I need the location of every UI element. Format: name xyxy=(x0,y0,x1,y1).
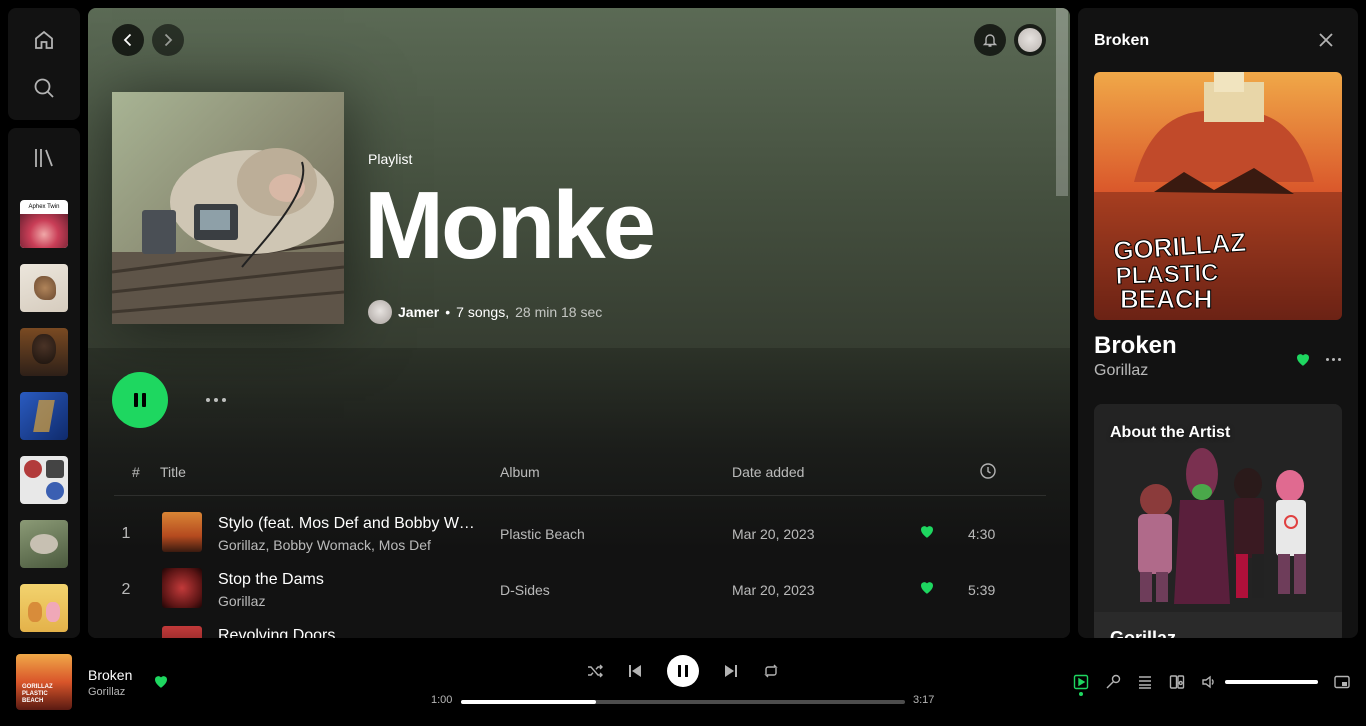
playlist-meta: Jamer • 7 songs, 28 min 18 sec xyxy=(368,300,602,324)
liked-heart-icon[interactable] xyxy=(1294,350,1312,373)
track-thumbnail xyxy=(162,512,202,552)
repeat-icon[interactable] xyxy=(759,659,783,683)
volume-fill xyxy=(1225,680,1318,684)
meta-separator: • xyxy=(445,304,451,320)
album-cover-7[interactable] xyxy=(20,584,68,632)
tracklist-header: # Title Album Date added xyxy=(114,460,1046,496)
volume-slider[interactable] xyxy=(1225,680,1318,684)
panel-header: Broken xyxy=(1094,32,1150,49)
pause-button[interactable] xyxy=(112,372,168,428)
track-thumbnail xyxy=(162,568,202,608)
now-playing-art[interactable]: GORILLAZ PLASTIC BEACH xyxy=(16,654,72,710)
more-options-icon[interactable] xyxy=(1324,354,1343,365)
song-count: 7 songs, xyxy=(456,304,510,320)
spotify-app: Aphex Twin Playlist Monke Jamer • 7 song… xyxy=(0,0,1366,726)
liked-heart-icon[interactable] xyxy=(918,578,936,599)
playlist-type-label: Playlist xyxy=(368,151,413,167)
playlist-title: Monke xyxy=(364,172,656,279)
player-bar: GORILLAZ PLASTIC BEACH Broken Gorillaz 1:0… xyxy=(0,646,1366,726)
about-the-artist-card[interactable]: About the Artist Gorillaz xyxy=(1094,404,1342,638)
aphex-twin-label: Aphex Twin xyxy=(28,204,60,210)
header-album[interactable]: Album xyxy=(500,464,540,480)
aphex-twin-cover[interactable]: Aphex Twin xyxy=(20,200,68,248)
close-icon[interactable] xyxy=(1316,30,1336,50)
track-artist[interactable]: Gorillaz xyxy=(218,593,265,609)
total-time: 3:17 xyxy=(913,694,935,706)
track-thumbnail xyxy=(162,626,202,638)
track-album[interactable]: Plastic Beach xyxy=(500,526,585,542)
track-title[interactable]: Stylo (feat. Mos Def and Bobby Womack) xyxy=(218,515,478,533)
svg-text:BEACH: BEACH xyxy=(1120,284,1212,314)
library-icon[interactable] xyxy=(30,144,58,172)
now-playing-title[interactable]: Broken xyxy=(88,667,132,683)
playlist-owner[interactable]: Jamer xyxy=(398,304,439,320)
elapsed-time: 1:00 xyxy=(431,694,453,706)
header-number: # xyxy=(132,464,140,480)
sidebar-nav xyxy=(8,8,80,120)
track-number: 2 xyxy=(121,581,131,598)
album-cover-4[interactable] xyxy=(20,392,68,440)
album-cover-3[interactable] xyxy=(20,328,68,376)
progress-fill xyxy=(461,700,597,704)
owner-avatar[interactable] xyxy=(368,300,392,324)
now-playing-song[interactable]: Broken xyxy=(1094,332,1177,360)
connect-device-icon[interactable] xyxy=(1165,670,1189,694)
track-number: 1 xyxy=(121,525,131,542)
shuffle-icon[interactable] xyxy=(583,659,607,683)
volume-icon[interactable] xyxy=(1197,670,1221,694)
monke-cover[interactable] xyxy=(20,520,68,568)
next-track-icon[interactable] xyxy=(719,659,743,683)
previous-track-icon[interactable] xyxy=(623,659,647,683)
clock-icon xyxy=(980,463,996,482)
album-cover-5[interactable] xyxy=(20,456,68,504)
now-playing-artist[interactable]: Gorillaz xyxy=(1094,362,1148,380)
table-row[interactable]: Revolving Doors xyxy=(114,618,1046,638)
track-date-added: Mar 20, 2023 xyxy=(732,582,815,598)
album-art: GORILLAZ PLASTIC BEACH xyxy=(1094,72,1342,320)
play-pause-button[interactable] xyxy=(667,655,699,687)
home-icon[interactable] xyxy=(30,26,58,54)
playlist-cover-image xyxy=(112,92,344,324)
user-avatar[interactable] xyxy=(1014,24,1046,56)
playlist-duration: 28 min 18 sec xyxy=(515,304,603,320)
forward-button[interactable] xyxy=(152,24,184,56)
about-artist-name: Gorillaz xyxy=(1110,628,1177,638)
search-icon[interactable] xyxy=(30,74,58,102)
lyrics-icon[interactable] xyxy=(1101,670,1125,694)
header-date-added[interactable]: Date added xyxy=(732,464,804,480)
more-options-button[interactable] xyxy=(200,388,232,412)
scrollbar[interactable] xyxy=(1056,8,1068,196)
liked-heart-icon[interactable] xyxy=(152,672,170,695)
queue-icon[interactable] xyxy=(1133,670,1157,694)
track-title[interactable]: Stop the Dams xyxy=(218,571,478,589)
back-button[interactable] xyxy=(112,24,144,56)
track-title[interactable]: Revolving Doors xyxy=(218,627,478,638)
table-row[interactable]: 1 Stylo (feat. Mos Def and Bobby Womack)… xyxy=(114,506,1046,562)
liked-heart-icon[interactable] xyxy=(918,522,936,543)
now-playing-panel: Broken GORILLAZ PLASTIC BEACH Broken Gor… xyxy=(1078,8,1358,638)
now-playing-view-icon[interactable] xyxy=(1069,670,1093,694)
header-title[interactable]: Title xyxy=(160,464,186,480)
track-album[interactable]: D-Sides xyxy=(500,582,550,598)
track-date-added: Mar 20, 2023 xyxy=(732,526,815,542)
track-duration: 5:39 xyxy=(968,582,996,598)
track-duration: 4:30 xyxy=(968,526,996,542)
track-artist[interactable]: Gorillaz, Bobby Womack, Mos Def xyxy=(218,537,431,553)
progress-bar[interactable] xyxy=(461,700,905,704)
now-playing-artist[interactable]: Gorillaz xyxy=(88,686,125,698)
table-row[interactable]: 2 Stop the Dams Gorillaz D-Sides Mar 20,… xyxy=(114,562,1046,618)
about-the-artist-label: About the Artist xyxy=(1110,424,1231,441)
library-panel: Aphex Twin xyxy=(8,128,80,638)
mini-player-icon[interactable] xyxy=(1330,670,1354,694)
main-view: Playlist Monke Jamer • 7 songs, 28 min 1… xyxy=(88,8,1070,638)
notifications-bell-icon[interactable] xyxy=(974,24,1006,56)
active-indicator xyxy=(1079,692,1083,696)
album-cover-2[interactable] xyxy=(20,264,68,312)
